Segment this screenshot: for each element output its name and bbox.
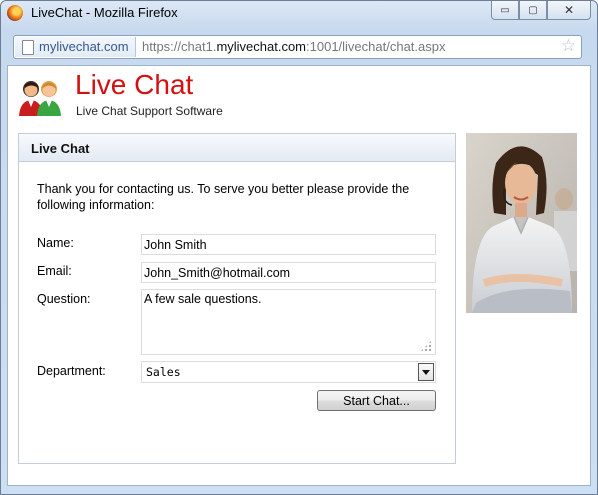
brand-title: Live Chat bbox=[75, 69, 194, 100]
start-chat-button[interactable]: Start Chat... bbox=[317, 390, 436, 411]
dropdown-arrow-icon[interactable] bbox=[418, 363, 434, 381]
question-label: Question: bbox=[37, 292, 91, 306]
address-bar[interactable]: mylivechat.com https://chat1.mylivechat.… bbox=[13, 35, 582, 59]
name-input[interactable] bbox=[141, 234, 436, 255]
minimize-button[interactable]: ▭ bbox=[491, 1, 519, 20]
page-icon bbox=[22, 40, 34, 55]
window-controls: ▭ ▢ ✕ bbox=[491, 1, 591, 21]
email-label: Email: bbox=[37, 264, 72, 278]
panel-title: Live Chat bbox=[31, 141, 90, 156]
chat-users-icon bbox=[19, 81, 61, 116]
name-label: Name: bbox=[37, 236, 74, 250]
question-textarea[interactable]: A few sale questions. bbox=[141, 289, 436, 355]
url-prefix: https://chat1. bbox=[142, 39, 217, 54]
bookmark-star-icon[interactable]: ☆ bbox=[561, 36, 576, 57]
support-agent-photo bbox=[466, 133, 577, 313]
department-label: Department: bbox=[37, 364, 106, 378]
browser-window: LiveChat - Mozilla Firefox ▭ ▢ ✕ mylivec… bbox=[0, 0, 598, 495]
page-content: Live Chat Live Chat Support Software Liv… bbox=[7, 65, 591, 486]
intro-text: Thank you for contacting us. To serve yo… bbox=[37, 182, 410, 212]
chat-form-panel: Live Chat Thank you for contacting us. T… bbox=[18, 133, 456, 464]
window-title: LiveChat - Mozilla Firefox bbox=[31, 5, 178, 20]
department-selected-value: Sales bbox=[146, 365, 181, 379]
department-select[interactable]: Sales bbox=[141, 361, 436, 383]
url-host: mylivechat.com bbox=[216, 39, 307, 54]
brand-subtitle: Live Chat Support Software bbox=[76, 104, 223, 118]
firefox-icon bbox=[7, 5, 23, 21]
site-identity-label: mylivechat.com bbox=[39, 39, 129, 54]
close-button[interactable]: ✕ bbox=[547, 1, 591, 20]
panel-header: Live Chat bbox=[19, 134, 455, 162]
maximize-button[interactable]: ▢ bbox=[519, 1, 547, 20]
url-suffix: :1001/livechat/chat.aspx bbox=[306, 39, 446, 54]
url-text[interactable]: https://chat1.mylivechat.com:1001/livech… bbox=[142, 37, 446, 57]
email-input[interactable] bbox=[141, 262, 436, 283]
title-bar: LiveChat - Mozilla Firefox ▭ ▢ ✕ bbox=[1, 1, 597, 27]
site-identity-button[interactable]: mylivechat.com bbox=[15, 37, 136, 57]
